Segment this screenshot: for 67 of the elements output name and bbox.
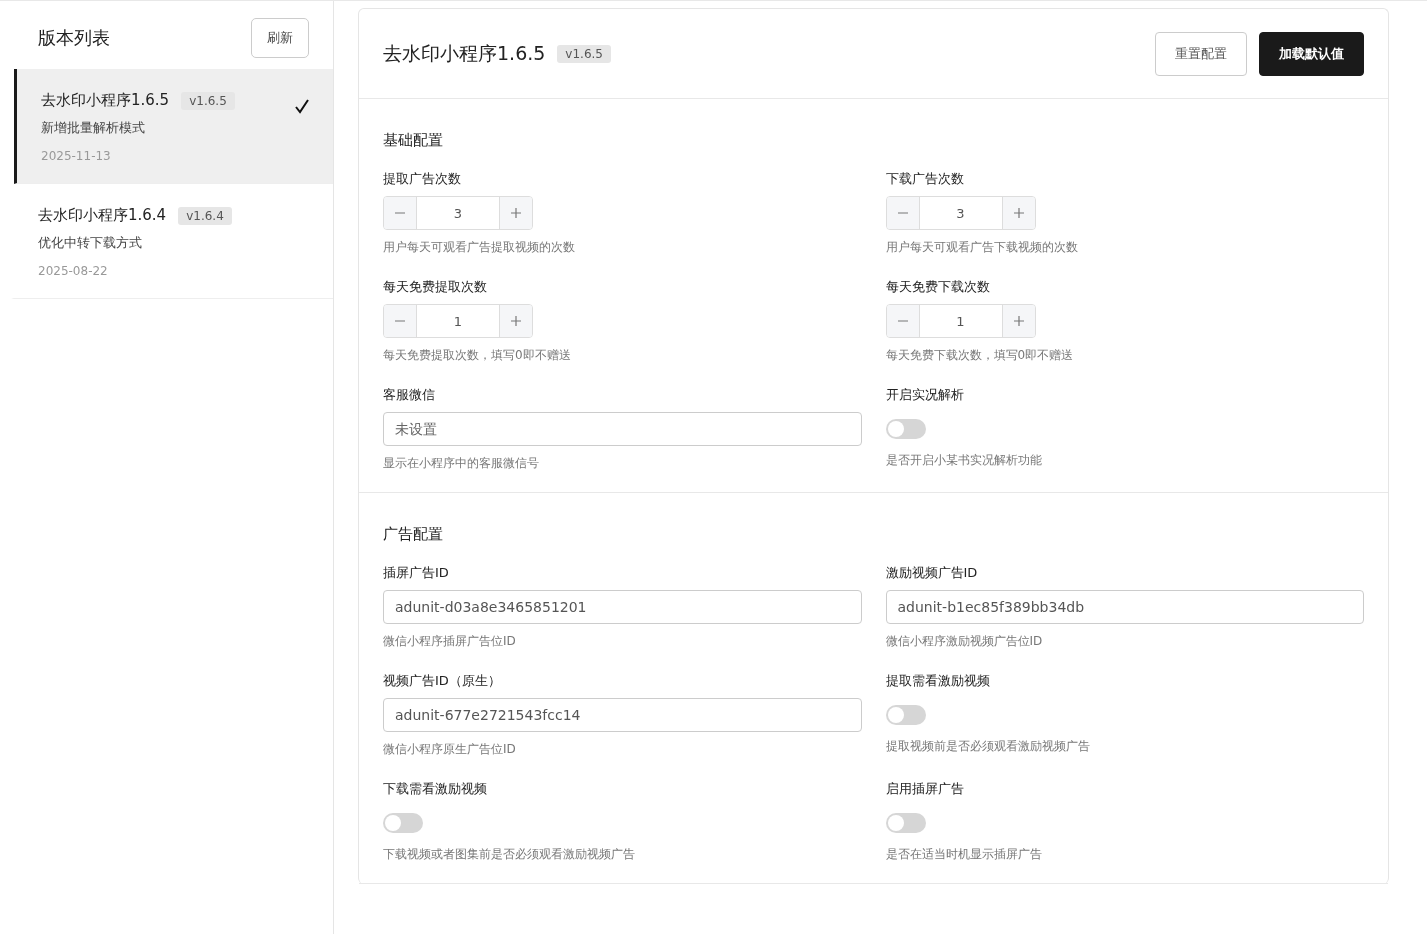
text-field[interactable]: adunit-677e2721543fcc14 — [383, 698, 862, 732]
field-hint: 每天免费下载次数，填写0即不赠送 — [885, 347, 1075, 364]
number-stepper[interactable]: 1 — [885, 304, 1036, 338]
sidebar-title: 版本列表 — [38, 26, 110, 50]
field-label: 开启实况解析 — [885, 386, 965, 404]
number-stepper[interactable]: 3 — [885, 196, 1036, 230]
field-label: 每天免费下载次数 — [885, 278, 991, 296]
section-title: 广告配置 — [383, 525, 444, 544]
decrement-button[interactable] — [384, 305, 416, 337]
field-hint: 提取视频前是否必须观看激励视频广告 — [885, 738, 1091, 755]
field-hint: 显示在小程序中的客服微信号 — [383, 455, 540, 472]
version-date: 2025-08-22 — [38, 264, 109, 278]
text-field[interactable]: adunit-b1ec85f389bb34db — [885, 590, 1364, 624]
field-hint: 微信小程序激励视频广告位ID — [885, 633, 1044, 650]
field-hint: 是否开启小某书实况解析功能 — [885, 452, 1043, 469]
increment-button[interactable] — [500, 197, 532, 229]
field-label: 下载需看激励视频 — [383, 780, 488, 798]
field-label: 启用插屏广告 — [885, 780, 965, 798]
refresh-button[interactable]: 刷新 — [251, 18, 309, 58]
text-field[interactable]: 未设置 — [383, 412, 862, 446]
field-label: 插屏广告ID — [383, 564, 450, 582]
increment-button[interactable] — [500, 305, 532, 337]
field-hint: 微信小程序原生广告位ID — [383, 741, 517, 758]
field-hint: 是否在适当时机显示插屏广告 — [885, 846, 1043, 863]
field-label: 每天免费提取次数 — [383, 278, 488, 296]
version-note: 新增批量解析模式 — [41, 119, 146, 137]
field-hint: 下载视频或者图集前是否必须观看激励视频广告 — [383, 846, 636, 863]
config-title: 去水印小程序1.6.5 — [383, 40, 546, 66]
version-date: 2025-11-13 — [41, 149, 112, 163]
field-label: 视频广告ID（原生） — [383, 672, 502, 690]
version-tag: v1.6.5 — [557, 44, 611, 63]
plus-icon — [1011, 314, 1026, 328]
increment-button[interactable] — [1002, 305, 1035, 337]
field-label: 提取需看激励视频 — [885, 672, 991, 690]
plus-icon — [1011, 206, 1026, 220]
field-hint: 微信小程序插屏广告位ID — [383, 633, 517, 650]
version-tag: v1.6.4 — [178, 206, 232, 225]
version-tag: v1.6.5 — [181, 91, 235, 110]
version-item[interactable]: 去水印小程序1.6.5 v1.6.5 新增批量解析模式 2025-11-13 — [14, 69, 333, 184]
number-stepper[interactable]: 1 — [383, 304, 533, 338]
plus-icon — [509, 206, 523, 220]
decrement-button[interactable] — [886, 197, 919, 229]
field-hint: 每天免费提取次数，填写0即不赠送 — [383, 347, 572, 364]
toggle-switch[interactable] — [885, 813, 926, 833]
toggle-switch[interactable] — [885, 419, 926, 439]
version-note: 优化中转下载方式 — [38, 234, 143, 252]
version-item[interactable]: 去水印小程序1.6.4 v1.6.4 优化中转下载方式 2025-08-22 — [11, 184, 333, 299]
plus-icon — [509, 314, 523, 328]
decrement-button[interactable] — [384, 197, 416, 229]
number-stepper[interactable]: 3 — [383, 196, 533, 230]
reset-button[interactable]: 重置配置 — [1155, 31, 1247, 76]
text-field[interactable]: adunit-d03a8e3465851201 — [383, 590, 862, 624]
field-label: 下载广告次数 — [885, 170, 965, 188]
version-name: 去水印小程序1.6.5 — [41, 91, 170, 110]
version-name: 去水印小程序1.6.4 — [38, 206, 167, 225]
field-label: 激励视频广告ID — [885, 564, 979, 582]
decrement-button[interactable] — [886, 305, 919, 337]
field-hint: 用户每天可观看广告下载视频的次数 — [885, 239, 1079, 256]
field-hint: 用户每天可观看广告提取视频的次数 — [383, 239, 576, 256]
toggle-switch[interactable] — [383, 813, 423, 833]
field-label: 客服微信 — [383, 386, 436, 404]
field-label: 提取广告次数 — [383, 170, 462, 188]
load-defaults-button[interactable]: 加载默认值 — [1259, 31, 1364, 76]
toggle-switch[interactable] — [885, 705, 926, 725]
section-title: 基础配置 — [383, 131, 444, 150]
increment-button[interactable] — [1002, 197, 1035, 229]
check-icon — [293, 97, 311, 115]
